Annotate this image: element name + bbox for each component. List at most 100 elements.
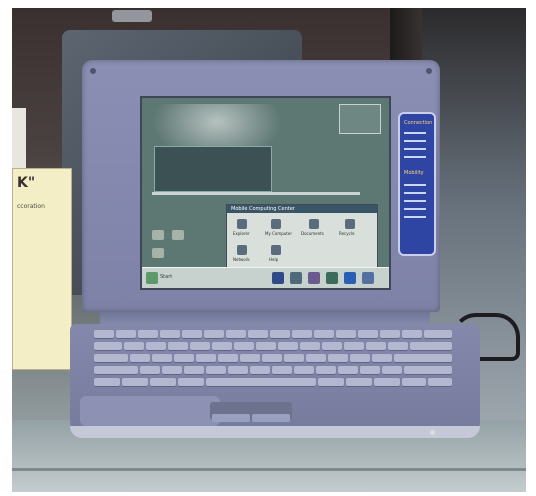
key bbox=[316, 366, 336, 375]
explorer-label: Network bbox=[233, 257, 250, 262]
mini-window bbox=[339, 104, 381, 134]
key bbox=[272, 366, 292, 375]
tray-icon bbox=[290, 272, 302, 284]
panel-heading: Mobility bbox=[404, 170, 424, 176]
key bbox=[424, 330, 452, 339]
key bbox=[140, 366, 160, 375]
taskbar: Start bbox=[142, 267, 389, 288]
touchpad-right-button bbox=[252, 414, 290, 422]
explorer-label: Recycle bbox=[339, 231, 355, 236]
key bbox=[322, 342, 342, 351]
key bbox=[366, 342, 386, 351]
key bbox=[94, 354, 128, 363]
key bbox=[206, 366, 226, 375]
key bbox=[248, 330, 268, 339]
key bbox=[394, 354, 452, 363]
key bbox=[124, 342, 144, 351]
panel-line bbox=[404, 156, 426, 158]
panel-line bbox=[404, 140, 426, 142]
keyboard bbox=[94, 330, 454, 392]
key bbox=[196, 354, 216, 363]
tray-icon bbox=[308, 272, 320, 284]
key bbox=[428, 378, 452, 387]
touchpad-left-button bbox=[212, 414, 250, 422]
panel-line bbox=[404, 148, 426, 150]
key bbox=[402, 330, 422, 339]
desktop-icon bbox=[152, 230, 164, 240]
key bbox=[350, 354, 370, 363]
key bbox=[336, 330, 356, 339]
key bbox=[94, 330, 114, 339]
laptop-screen: Mobile Computing Center Explorer My Comp… bbox=[140, 96, 391, 290]
start-icon bbox=[146, 272, 158, 284]
key bbox=[372, 354, 392, 363]
panel-line bbox=[404, 208, 426, 210]
screw bbox=[426, 68, 432, 74]
key bbox=[256, 342, 276, 351]
tray-icon bbox=[344, 272, 356, 284]
info-panel: Connection Mobility bbox=[398, 112, 436, 256]
panel-line bbox=[404, 132, 426, 134]
key bbox=[122, 378, 148, 387]
key bbox=[150, 378, 176, 387]
laptop-lid: Mobile Computing Center Explorer My Comp… bbox=[82, 60, 440, 312]
key bbox=[218, 354, 238, 363]
key bbox=[300, 342, 320, 351]
key bbox=[358, 330, 378, 339]
key bbox=[226, 330, 246, 339]
tray-icon bbox=[326, 272, 338, 284]
explorer-icon bbox=[237, 245, 247, 255]
explorer-icon bbox=[345, 219, 355, 229]
explorer-window: Mobile Computing Center Explorer My Comp… bbox=[226, 204, 378, 276]
sign-text: ccoration bbox=[17, 203, 45, 210]
panel-line bbox=[404, 184, 426, 186]
exhibit-sign: K" ccoration bbox=[12, 168, 72, 370]
key bbox=[278, 342, 298, 351]
ceiling-light bbox=[112, 10, 152, 22]
palmrest bbox=[80, 396, 220, 426]
key bbox=[382, 366, 402, 375]
key bbox=[250, 366, 270, 375]
shelf-edge bbox=[12, 468, 526, 471]
explorer-title: Mobile Computing Center bbox=[227, 205, 377, 213]
key bbox=[178, 378, 204, 387]
key bbox=[404, 366, 452, 375]
screw bbox=[90, 68, 96, 74]
key bbox=[94, 366, 138, 375]
status-led bbox=[430, 430, 435, 435]
explorer-label: Documents bbox=[301, 231, 324, 236]
explorer-icon bbox=[309, 219, 319, 229]
key bbox=[138, 330, 158, 339]
key bbox=[270, 330, 290, 339]
key bbox=[174, 354, 194, 363]
tray-icon bbox=[362, 272, 374, 284]
key bbox=[234, 342, 254, 351]
display-case-photo: K" ccoration Mobile Computing Center Exp… bbox=[12, 8, 526, 492]
key bbox=[152, 354, 172, 363]
laptop-base bbox=[70, 324, 480, 438]
tray-icon bbox=[272, 272, 284, 284]
key bbox=[292, 330, 312, 339]
key bbox=[184, 366, 204, 375]
key bbox=[328, 354, 348, 363]
key bbox=[228, 366, 248, 375]
key bbox=[212, 342, 232, 351]
key bbox=[360, 366, 380, 375]
explorer-label: Help bbox=[269, 257, 279, 262]
key bbox=[402, 378, 426, 387]
explorer-label: My Computer bbox=[265, 231, 292, 236]
panel-line bbox=[404, 216, 426, 218]
explorer-label: Explorer bbox=[233, 231, 250, 236]
key bbox=[374, 378, 400, 387]
key bbox=[284, 354, 304, 363]
spacebar-key bbox=[206, 378, 316, 387]
key bbox=[162, 366, 182, 375]
key bbox=[306, 354, 326, 363]
desktop-icon bbox=[152, 248, 164, 258]
key bbox=[190, 342, 210, 351]
key bbox=[338, 366, 358, 375]
panel-line bbox=[404, 192, 426, 194]
explorer-icon bbox=[271, 219, 281, 229]
key bbox=[346, 378, 372, 387]
key bbox=[314, 330, 334, 339]
